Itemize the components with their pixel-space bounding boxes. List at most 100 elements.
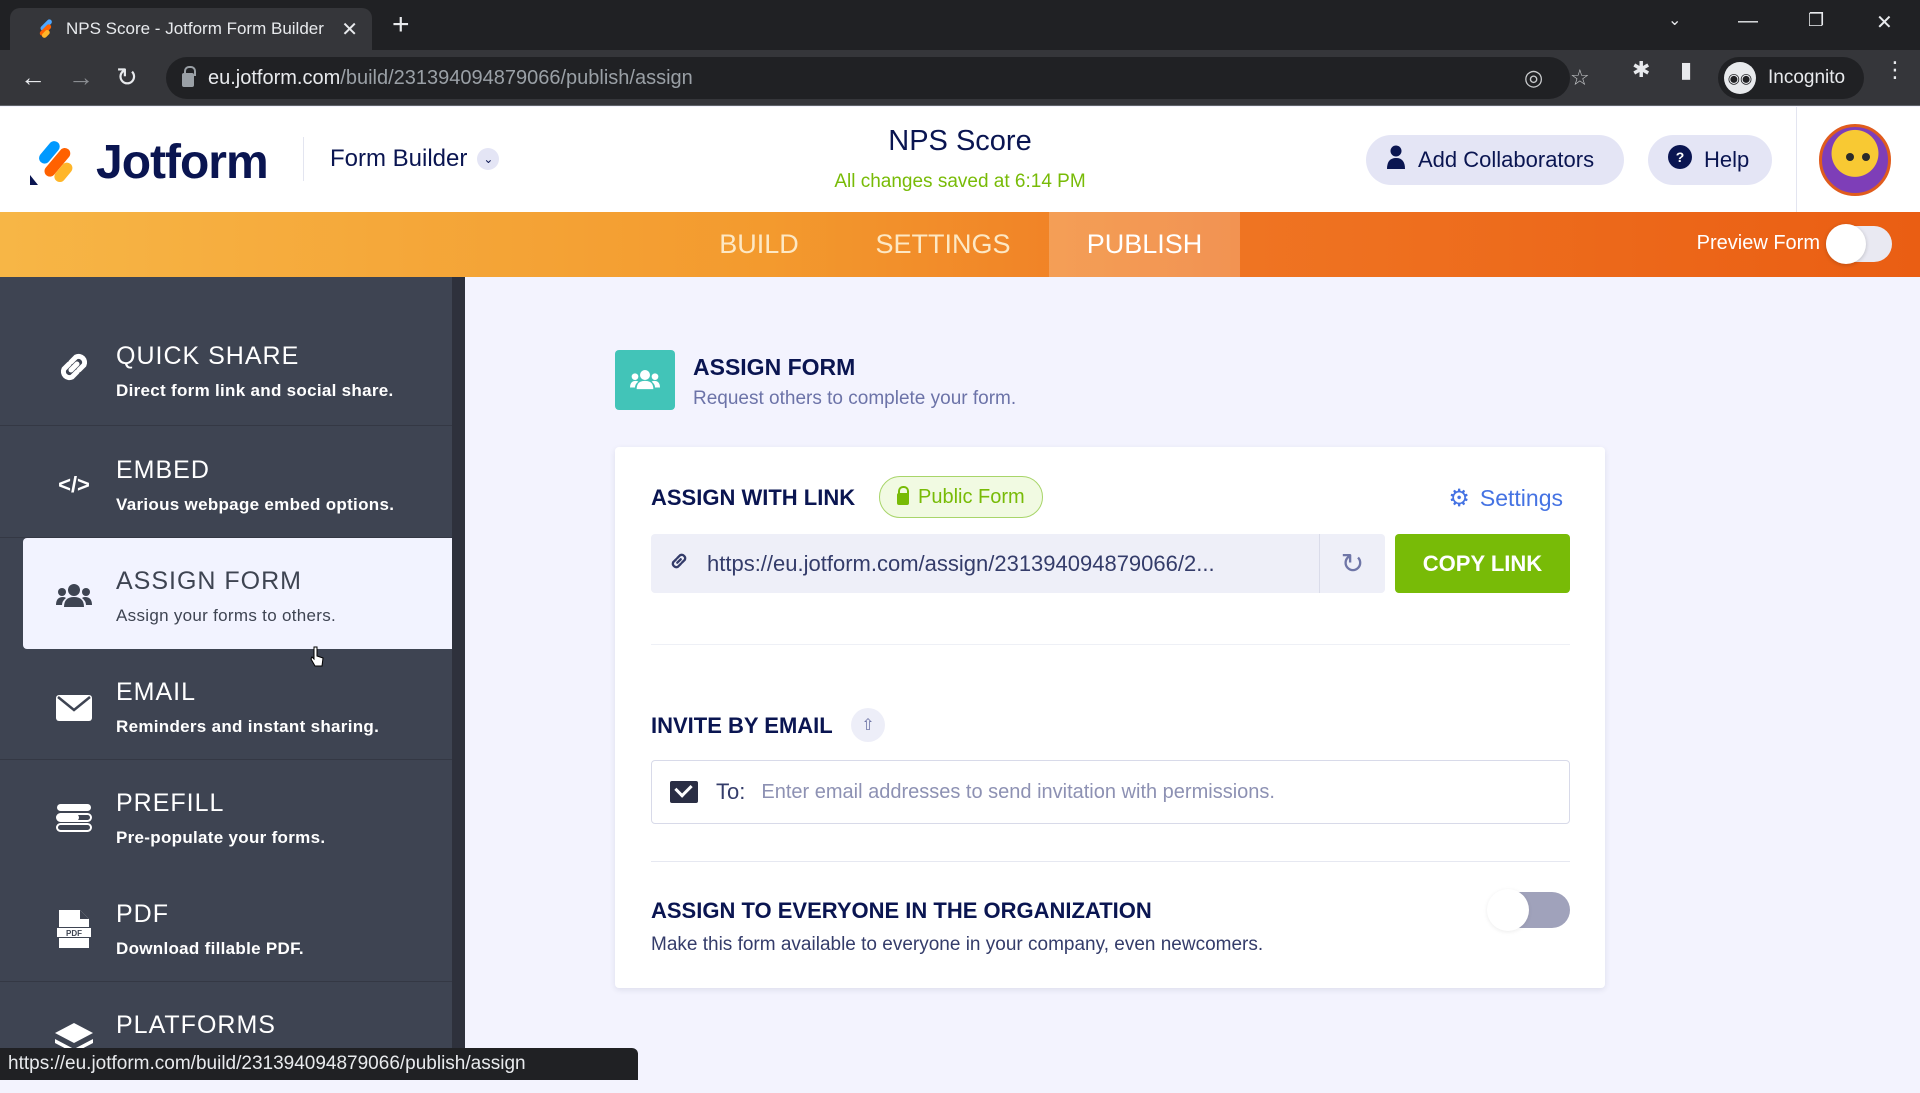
browser-toolbar: ← → ↻ eu.jotform.com /build/231394094879… bbox=[0, 50, 1920, 106]
users-icon bbox=[54, 576, 94, 616]
link-icon bbox=[651, 550, 707, 578]
settings-label: Settings bbox=[1479, 485, 1563, 511]
sidebar-item-desc: Direct form link and social share. bbox=[116, 381, 394, 400]
tab-build[interactable]: BUILD bbox=[700, 212, 818, 277]
tracking-protection-icon[interactable]: ◎ bbox=[1524, 65, 1543, 91]
sidebar-item-desc: Download fillable PDF. bbox=[116, 939, 304, 958]
sidebar-scrollbar[interactable] bbox=[452, 277, 465, 1080]
tab-settings[interactable]: SETTINGS bbox=[850, 212, 1036, 277]
logo-text: Jotform bbox=[96, 136, 269, 189]
app-header: Jotform Form Builder ⌄ NPS Score All cha… bbox=[0, 107, 1920, 212]
tab-search-icon[interactable]: ⌄ bbox=[1668, 10, 1681, 30]
restore-icon[interactable]: ❐ bbox=[1808, 10, 1824, 31]
add-collaborators-button[interactable]: Add Collaborators bbox=[1366, 135, 1624, 185]
sidebar-item-assign-form[interactable]: ASSIGN FORM Assign your forms to others. bbox=[23, 538, 452, 649]
browser-menu-icon[interactable]: ⋮ bbox=[1884, 57, 1906, 83]
bookmark-star-icon[interactable]: ☆ bbox=[1570, 65, 1590, 91]
public-form-badge[interactable]: Public Form bbox=[879, 476, 1043, 518]
mouse-cursor-icon bbox=[310, 646, 324, 667]
incognito-profile[interactable]: ◉◉ Incognito bbox=[1718, 57, 1864, 99]
sidebar-item-title: ASSIGN FORM bbox=[116, 567, 303, 595]
link-icon bbox=[54, 347, 94, 387]
chevron-down-icon: ⌄ bbox=[477, 148, 500, 170]
sidebar-item-desc: Assign your forms to others. bbox=[116, 606, 337, 625]
regenerate-link-icon[interactable]: ↻ bbox=[1319, 534, 1385, 593]
assign-organization-label: ASSIGN TO EVERYONE IN THE ORGANIZATION bbox=[651, 898, 1152, 923]
toggle-knob bbox=[1487, 889, 1529, 931]
header-divider-right bbox=[1796, 107, 1797, 212]
link-status-bar: https://eu.jotform.com/build/23139409487… bbox=[0, 1048, 638, 1080]
sidebar-item-title: QUICK SHARE bbox=[116, 342, 300, 370]
tab-publish[interactable]: PUBLISH bbox=[1049, 212, 1240, 277]
copy-link-button[interactable]: COPY LINK bbox=[1395, 534, 1570, 593]
incognito-label: Incognito bbox=[1768, 67, 1846, 88]
preview-form-toggle[interactable] bbox=[1826, 224, 1892, 264]
avatar-eye bbox=[1846, 153, 1854, 161]
builder-tabs: BUILD SETTINGS PUBLISH Preview Form bbox=[0, 212, 1920, 277]
reload-icon[interactable]: ↻ bbox=[116, 62, 138, 92]
upload-icon[interactable]: ⇧ bbox=[851, 708, 885, 742]
email-input[interactable] bbox=[761, 780, 1569, 804]
browser-tab[interactable]: NPS Score - Jotform Form Builder ✕ bbox=[10, 8, 372, 50]
assign-organization-toggle[interactable] bbox=[1487, 889, 1570, 931]
side-panel-icon[interactable]: ▮ bbox=[1680, 57, 1692, 83]
lock-icon bbox=[182, 66, 196, 87]
back-icon[interactable]: ← bbox=[20, 62, 46, 92]
sidebar-item-title: EMAIL bbox=[116, 678, 197, 706]
sidebar-item-quick-share[interactable]: QUICK SHARE Direct form link and social … bbox=[0, 277, 452, 426]
assign-card: ASSIGN WITH LINK Public Form ⚙ Settings … bbox=[615, 447, 1605, 988]
sidebar-item-desc: Pre-populate your forms. bbox=[116, 828, 326, 847]
url-host: eu.jotform.com bbox=[208, 66, 341, 89]
add-collaborators-label: Add Collaborators bbox=[1418, 147, 1595, 172]
envelope-icon bbox=[670, 781, 698, 803]
link-settings-button[interactable]: ⚙ Settings bbox=[1448, 484, 1563, 513]
sidebar-item-pdf[interactable]: PDF PDF Download fillable PDF. bbox=[0, 871, 452, 982]
envelope-icon bbox=[54, 687, 94, 727]
badge-label: Public Form bbox=[918, 485, 1025, 508]
form-title[interactable]: NPS Score bbox=[760, 125, 1160, 158]
address-bar[interactable]: eu.jotform.com /build/231394094879066/pu… bbox=[166, 57, 1590, 99]
sidebar-item-title: EMBED bbox=[116, 456, 210, 484]
pdf-icon: PDF bbox=[54, 909, 94, 949]
browser-tab-title: NPS Score - Jotform Form Builder bbox=[66, 19, 324, 38]
section-subtitle: Request others to complete your form. bbox=[693, 388, 1017, 409]
avatar-eye bbox=[1862, 153, 1870, 161]
invite-email-field[interactable]: To: bbox=[651, 760, 1570, 824]
forward-icon[interactable]: → bbox=[68, 62, 94, 92]
jotform-favicon-icon bbox=[32, 18, 54, 40]
sidebar-item-prefill[interactable]: PREFILL Pre-populate your forms. bbox=[0, 760, 452, 871]
divider bbox=[651, 644, 1570, 645]
help-label: Help bbox=[1704, 147, 1750, 172]
incognito-icon: ◉◉ bbox=[1724, 62, 1756, 94]
help-icon: ? bbox=[1668, 145, 1692, 175]
jotform-logo[interactable]: Jotform bbox=[30, 135, 269, 190]
close-tab-icon[interactable]: ✕ bbox=[341, 17, 358, 42]
invite-by-email-label: INVITE BY EMAIL bbox=[651, 713, 833, 738]
sidebar-item-desc: Various webpage embed options. bbox=[116, 495, 395, 514]
form-builder-menu[interactable]: Form Builder ⌄ bbox=[330, 145, 500, 173]
section-title: ASSIGN FORM bbox=[693, 354, 856, 380]
prefill-icon bbox=[54, 798, 94, 838]
svg-text:PDF: PDF bbox=[66, 929, 82, 938]
publish-sidebar: QUICK SHARE Direct form link and social … bbox=[0, 277, 452, 1080]
sidebar-item-desc: Reminders and instant sharing. bbox=[116, 717, 380, 736]
user-avatar[interactable] bbox=[1819, 124, 1891, 196]
code-icon: </> bbox=[58, 472, 90, 497]
sidebar-item-title: PDF bbox=[116, 900, 169, 928]
assign-link-url[interactable]: https://eu.jotform.com/assign/2313940948… bbox=[707, 551, 1319, 577]
svg-text:?: ? bbox=[1676, 149, 1685, 165]
assign-with-link-label: ASSIGN WITH LINK bbox=[651, 485, 856, 510]
sidebar-item-email[interactable]: EMAIL Reminders and instant sharing. bbox=[0, 649, 452, 760]
extensions-icon[interactable]: ✱ bbox=[1632, 57, 1650, 83]
help-button[interactable]: ? Help bbox=[1648, 135, 1772, 185]
assign-form-icon bbox=[615, 350, 675, 410]
sidebar-item-embed[interactable]: </> EMBED Various webpage embed options. bbox=[0, 427, 452, 538]
preview-form-label: Preview Form bbox=[1696, 232, 1820, 254]
assign-organization-desc: Make this form available to everyone in … bbox=[651, 934, 1264, 955]
new-tab-icon[interactable]: + bbox=[392, 10, 410, 40]
assign-link-field[interactable]: https://eu.jotform.com/assign/2313940948… bbox=[651, 534, 1385, 593]
minimize-icon[interactable]: — bbox=[1738, 10, 1758, 33]
gear-icon: ⚙ bbox=[1448, 485, 1470, 512]
window-close-icon[interactable]: ✕ bbox=[1876, 10, 1893, 35]
unlock-icon bbox=[897, 486, 909, 505]
